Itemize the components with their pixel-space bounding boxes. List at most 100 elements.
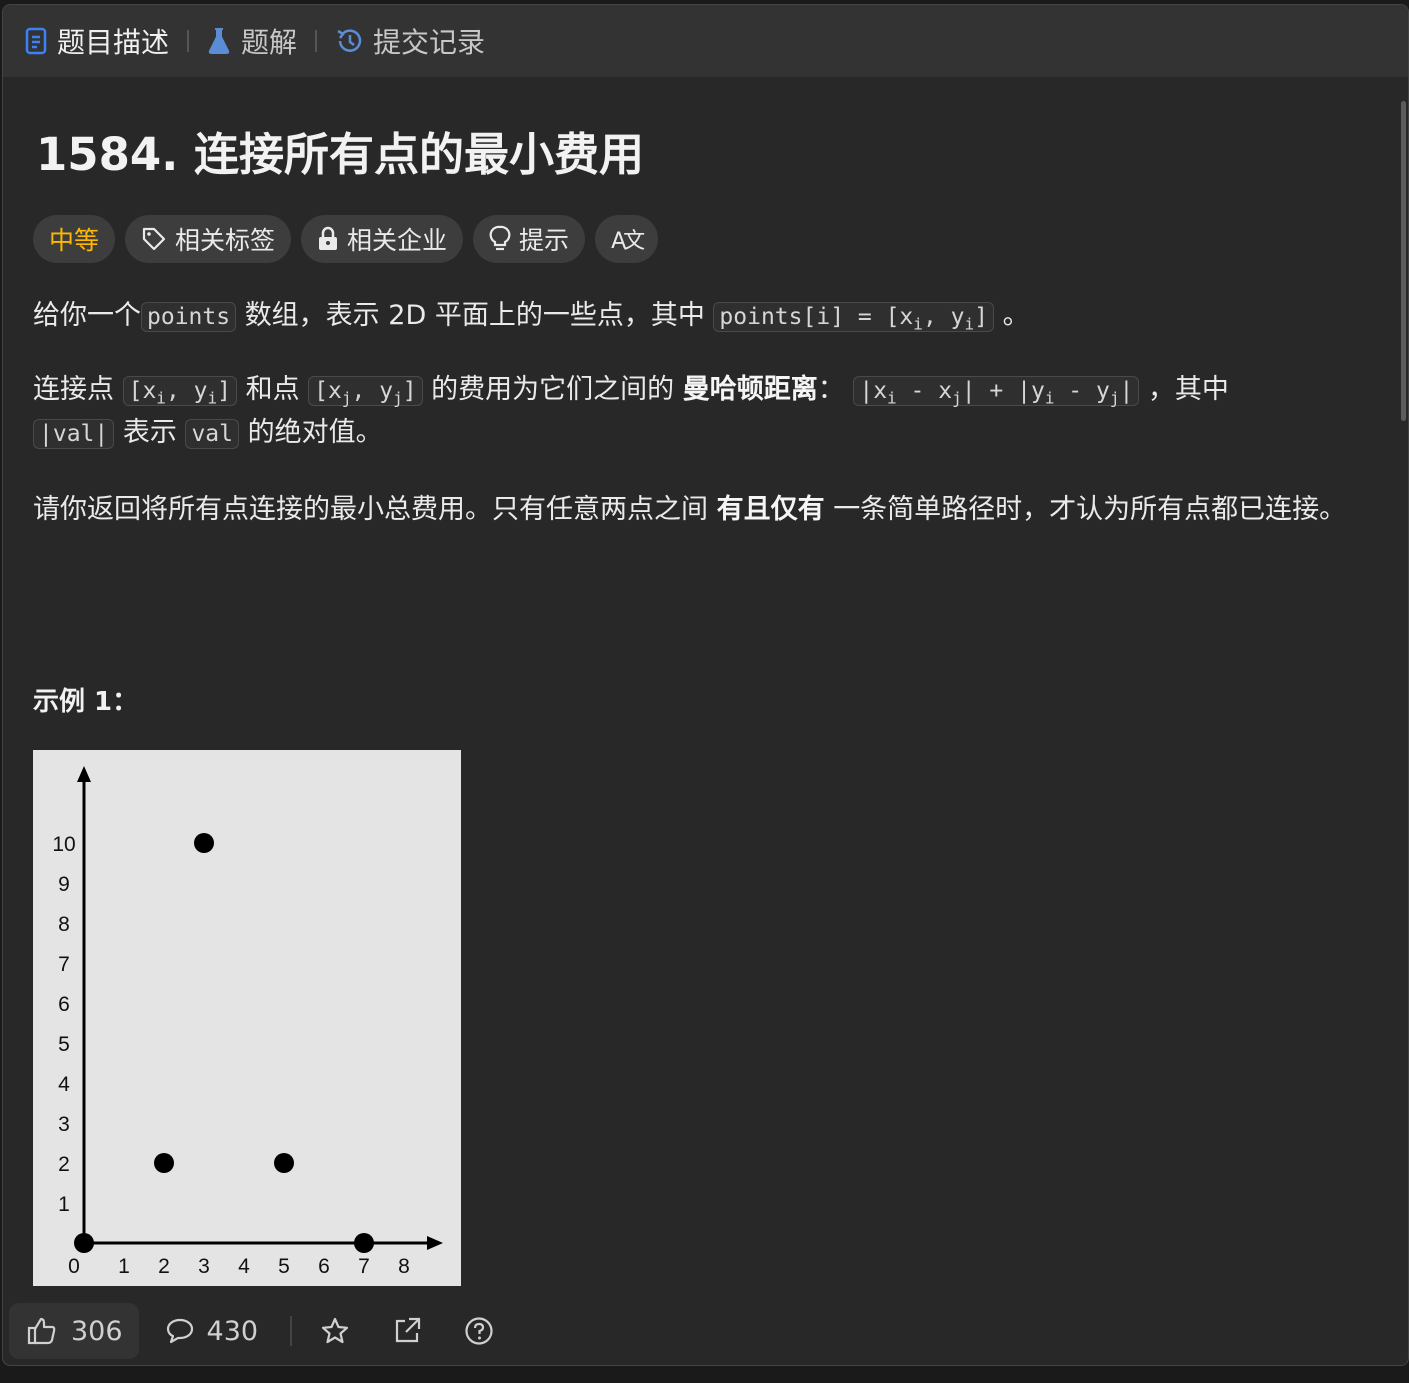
difficulty-label: 中等	[49, 226, 100, 255]
code-text: |val|	[39, 421, 109, 447]
code-text: , y	[922, 304, 965, 330]
y-tick-label: 5	[58, 1033, 70, 1056]
related-tags-chip[interactable]: 相关标签	[125, 215, 292, 263]
code-sub: i	[1044, 388, 1055, 408]
code-text: [x	[314, 378, 342, 404]
y-axis-arrow	[77, 766, 91, 782]
emphasis-text: 曼哈顿距离	[682, 374, 818, 405]
history-icon	[335, 27, 363, 55]
chart-points	[74, 833, 374, 1253]
help-button[interactable]	[464, 1316, 494, 1346]
code-sub: i	[964, 314, 975, 334]
y-tick-label: 4	[58, 1073, 70, 1096]
chart-ticks: 0 1 2 3 4 5 6 7 8 1 2 3 4 5 6 7 8 9 10	[52, 833, 410, 1278]
scrollbar[interactable]	[1401, 101, 1406, 421]
code-sub: j	[952, 388, 962, 408]
data-point	[194, 833, 214, 853]
tab-divider	[315, 30, 318, 52]
code-sub: i	[913, 314, 923, 334]
comment-count: 430	[206, 1315, 259, 1347]
code-text: - x	[896, 378, 953, 404]
lock-icon	[317, 226, 339, 252]
code-text: - y	[1054, 378, 1110, 404]
lightbulb-icon	[489, 225, 511, 253]
star-icon	[320, 1316, 350, 1346]
code-text: points	[147, 304, 231, 330]
desc-text: 和点	[245, 374, 300, 405]
inline-code: |xi - xj| + |yi - yj|	[853, 376, 1140, 408]
y-tick-label: 8	[58, 913, 70, 936]
x-tick-label: 3	[198, 1255, 210, 1278]
chip-label: 相关企业	[347, 226, 448, 255]
desc-text: 的费用为它们之间的	[431, 374, 675, 405]
x-tick-label: 5	[278, 1255, 290, 1278]
doc-icon	[25, 27, 47, 55]
like-count: 306	[71, 1315, 123, 1347]
share-button[interactable]	[392, 1316, 422, 1346]
inline-code: |val|	[33, 419, 115, 449]
code-sub: j	[393, 388, 403, 408]
related-companies-chip[interactable]: 相关企业	[301, 215, 464, 263]
x-tick-label: 1	[118, 1255, 130, 1278]
like-button[interactable]: 306	[9, 1303, 139, 1359]
tab-submissions[interactable]: 提交记录	[335, 21, 485, 61]
chart-axes	[77, 766, 443, 1250]
data-point	[154, 1153, 174, 1173]
chip-label: 提示	[519, 226, 570, 255]
x-tick-label: 0	[68, 1255, 80, 1278]
problem-content: 1584. 连接所有点的最小费用 中等 相关标签 相关企业 提示 A文 给你一个…	[33, 77, 1378, 1286]
question-icon	[464, 1316, 494, 1346]
code-text: , y	[351, 378, 394, 404]
x-tick-label: 8	[398, 1255, 410, 1278]
problem-panel: 题目描述 题解 提交记录 1584. 连接所有点的最小费用 中等 相关标签 相关…	[2, 4, 1409, 1366]
comment-icon	[165, 1317, 195, 1345]
problem-title: 1584. 连接所有点的最小费用	[36, 128, 645, 181]
comments-button[interactable]: 430	[165, 1315, 259, 1347]
share-icon	[392, 1316, 422, 1346]
translate-icon: A文	[611, 229, 645, 254]
tab-label: 提交记录	[373, 26, 486, 59]
code-text: val	[191, 421, 233, 447]
code-text: ]	[402, 378, 417, 404]
thumbs-up-icon	[27, 1316, 57, 1346]
code-text: |x	[859, 378, 888, 404]
y-tick-label: 7	[58, 953, 70, 976]
example-title: 示例 1：	[33, 687, 139, 717]
x-axis-arrow	[427, 1236, 443, 1250]
code-sub: i	[156, 388, 166, 408]
inline-code: [xj, yj]	[308, 376, 423, 408]
tab-description[interactable]: 题目描述	[25, 21, 169, 61]
x-tick-label: 2	[158, 1255, 170, 1278]
chip-row: 中等 相关标签 相关企业 提示 A文	[33, 215, 1378, 263]
data-point	[354, 1233, 374, 1253]
tab-solutions[interactable]: 题解	[207, 21, 297, 61]
description-paragraph-1: 给你一个 points 数组，表示 2D 平面上的一些点，其中 points[i]…	[33, 295, 1030, 338]
y-tick-label: 10	[52, 833, 75, 856]
translate-chip[interactable]: A文	[595, 215, 659, 263]
desc-text: ：	[817, 374, 845, 405]
code-text: | + |y	[961, 378, 1045, 404]
code-text: points[i] = [x	[719, 304, 914, 330]
favorite-button[interactable]	[320, 1316, 350, 1346]
tab-label: 题解	[241, 26, 298, 59]
data-point	[74, 1233, 94, 1253]
desc-text: 表示	[122, 417, 177, 448]
desc-text: 请你返回将所有点连接的最小总费用。只有任意两点之间	[33, 494, 708, 525]
desc-text: 连接点	[33, 374, 114, 405]
inline-code: val	[185, 419, 239, 449]
tab-divider	[187, 30, 190, 52]
footer-bar: 306 430	[9, 1303, 494, 1359]
y-tick-label: 2	[58, 1153, 70, 1176]
code-sub: i	[887, 388, 897, 408]
y-tick-label: 9	[58, 873, 70, 896]
inline-code: points	[141, 302, 237, 332]
hint-chip[interactable]: 提示	[473, 215, 586, 263]
x-tick-label: 7	[358, 1255, 370, 1278]
desc-text: 。	[1002, 300, 1030, 331]
inline-code: points[i] = [xi, yi]	[713, 302, 994, 332]
y-tick-label: 6	[58, 993, 70, 1016]
difficulty-chip[interactable]: 中等	[33, 215, 116, 263]
example-chart: 0 1 2 3 4 5 6 7 8 1 2 3 4 5 6 7 8 9 10	[33, 750, 461, 1286]
tab-label: 题目描述	[57, 26, 170, 59]
chip-label: 相关标签	[175, 226, 276, 255]
